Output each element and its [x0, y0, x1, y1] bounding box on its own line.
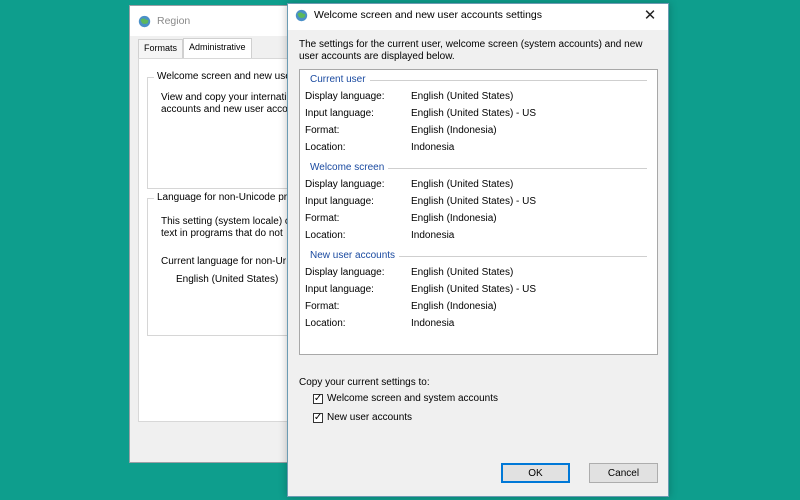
- section-new-user-accounts: New user accounts: [310, 250, 647, 262]
- setting-label: Display language:: [305, 179, 385, 190]
- setting-value: English (Indonesia): [411, 213, 497, 224]
- checkbox-label[interactable]: Welcome screen and system accounts: [327, 393, 498, 404]
- checkbox-checked-icon[interactable]: ✓: [313, 393, 323, 404]
- setting-value: English (Indonesia): [411, 125, 497, 136]
- section-title: Current user: [310, 74, 370, 85]
- setting-value: English (Indonesia): [411, 301, 497, 312]
- setting-label: Location:: [305, 142, 346, 153]
- setting-value: English (United States) - US: [411, 196, 537, 207]
- setting-label: Input language:: [305, 108, 374, 119]
- region-title: Region: [157, 15, 191, 27]
- setting-label: Format:: [305, 301, 340, 312]
- setting-value: English (United States): [411, 91, 514, 102]
- unicode-group-line: This setting (system locale) c: [161, 216, 290, 227]
- close-icon[interactable]: ✕: [642, 8, 658, 24]
- dialog-intro: The settings for the current user, welco…: [299, 39, 643, 62]
- setting-label: Input language:: [305, 284, 374, 295]
- setting-label: Location:: [305, 318, 346, 329]
- setting-value: Indonesia: [411, 318, 455, 329]
- welcome-group-line: accounts and new user accou: [161, 104, 294, 115]
- setting-value: Indonesia: [411, 230, 455, 241]
- setting-label: Display language:: [305, 267, 385, 278]
- checkbox-checked-icon[interactable]: ✓: [313, 412, 323, 423]
- current-language-label: Current language for non-Ur: [161, 256, 287, 267]
- unicode-group-title: Language for non-Unicode pr: [154, 192, 291, 203]
- ok-button[interactable]: OK: [501, 463, 570, 483]
- unicode-group: Language for non-Unicode pr This setting…: [147, 192, 309, 336]
- setting-label: Format:: [305, 125, 340, 136]
- setting-value: English (United States): [411, 267, 514, 278]
- setting-value: Indonesia: [411, 142, 455, 153]
- unicode-group-line: text in programs that do not: [161, 228, 283, 239]
- welcome-screen-checkbox[interactable]: ✓ Welcome screen and system accounts: [313, 393, 498, 404]
- setting-label: Format:: [305, 213, 340, 224]
- setting-value: English (United States) - US: [411, 108, 537, 119]
- settings-box: Current user Display language: English (U…: [299, 69, 658, 355]
- welcome-settings-dialog: Welcome screen and new user accounts set…: [287, 3, 669, 497]
- checkbox-label[interactable]: New user accounts: [327, 412, 412, 423]
- region-body: Formats Administrative Welcome screen an…: [130, 36, 310, 430]
- section-current-user: Current user: [310, 74, 647, 86]
- setting-value: English (United States) - US: [411, 284, 537, 295]
- dialog-titlebar: Welcome screen and new user accounts set…: [288, 4, 668, 30]
- section-welcome-screen: Welcome screen: [310, 162, 647, 174]
- dialog-title: Welcome screen and new user accounts set…: [314, 9, 543, 21]
- region-titlebar: Region: [138, 13, 190, 29]
- cancel-button[interactable]: Cancel: [589, 463, 658, 483]
- setting-label: Location:: [305, 230, 346, 241]
- region-window: Region Formats Administrative Welcome sc…: [129, 5, 310, 463]
- new-user-accounts-checkbox[interactable]: ✓ New user accounts: [313, 412, 412, 423]
- current-language-value: English (United States): [176, 274, 279, 285]
- tab-formats[interactable]: Formats: [138, 39, 184, 58]
- setting-value: English (United States): [411, 179, 514, 190]
- region-footer: [130, 430, 298, 462]
- globe-icon: [138, 15, 151, 27]
- region-tabs: Formats Administrative: [138, 38, 252, 61]
- welcome-group-title: Welcome screen and new user: [154, 71, 298, 82]
- copy-settings-label: Copy your current settings to:: [299, 377, 430, 388]
- setting-label: Input language:: [305, 196, 374, 207]
- globe-icon: [295, 9, 308, 22]
- welcome-group-line: View and copy your internati: [161, 92, 287, 103]
- welcome-group: Welcome screen and new user View and cop…: [147, 71, 309, 189]
- administrative-panel: Welcome screen and new user View and cop…: [138, 58, 310, 422]
- setting-label: Display language:: [305, 91, 385, 102]
- section-title: New user accounts: [310, 250, 400, 261]
- section-title: Welcome screen: [310, 162, 389, 173]
